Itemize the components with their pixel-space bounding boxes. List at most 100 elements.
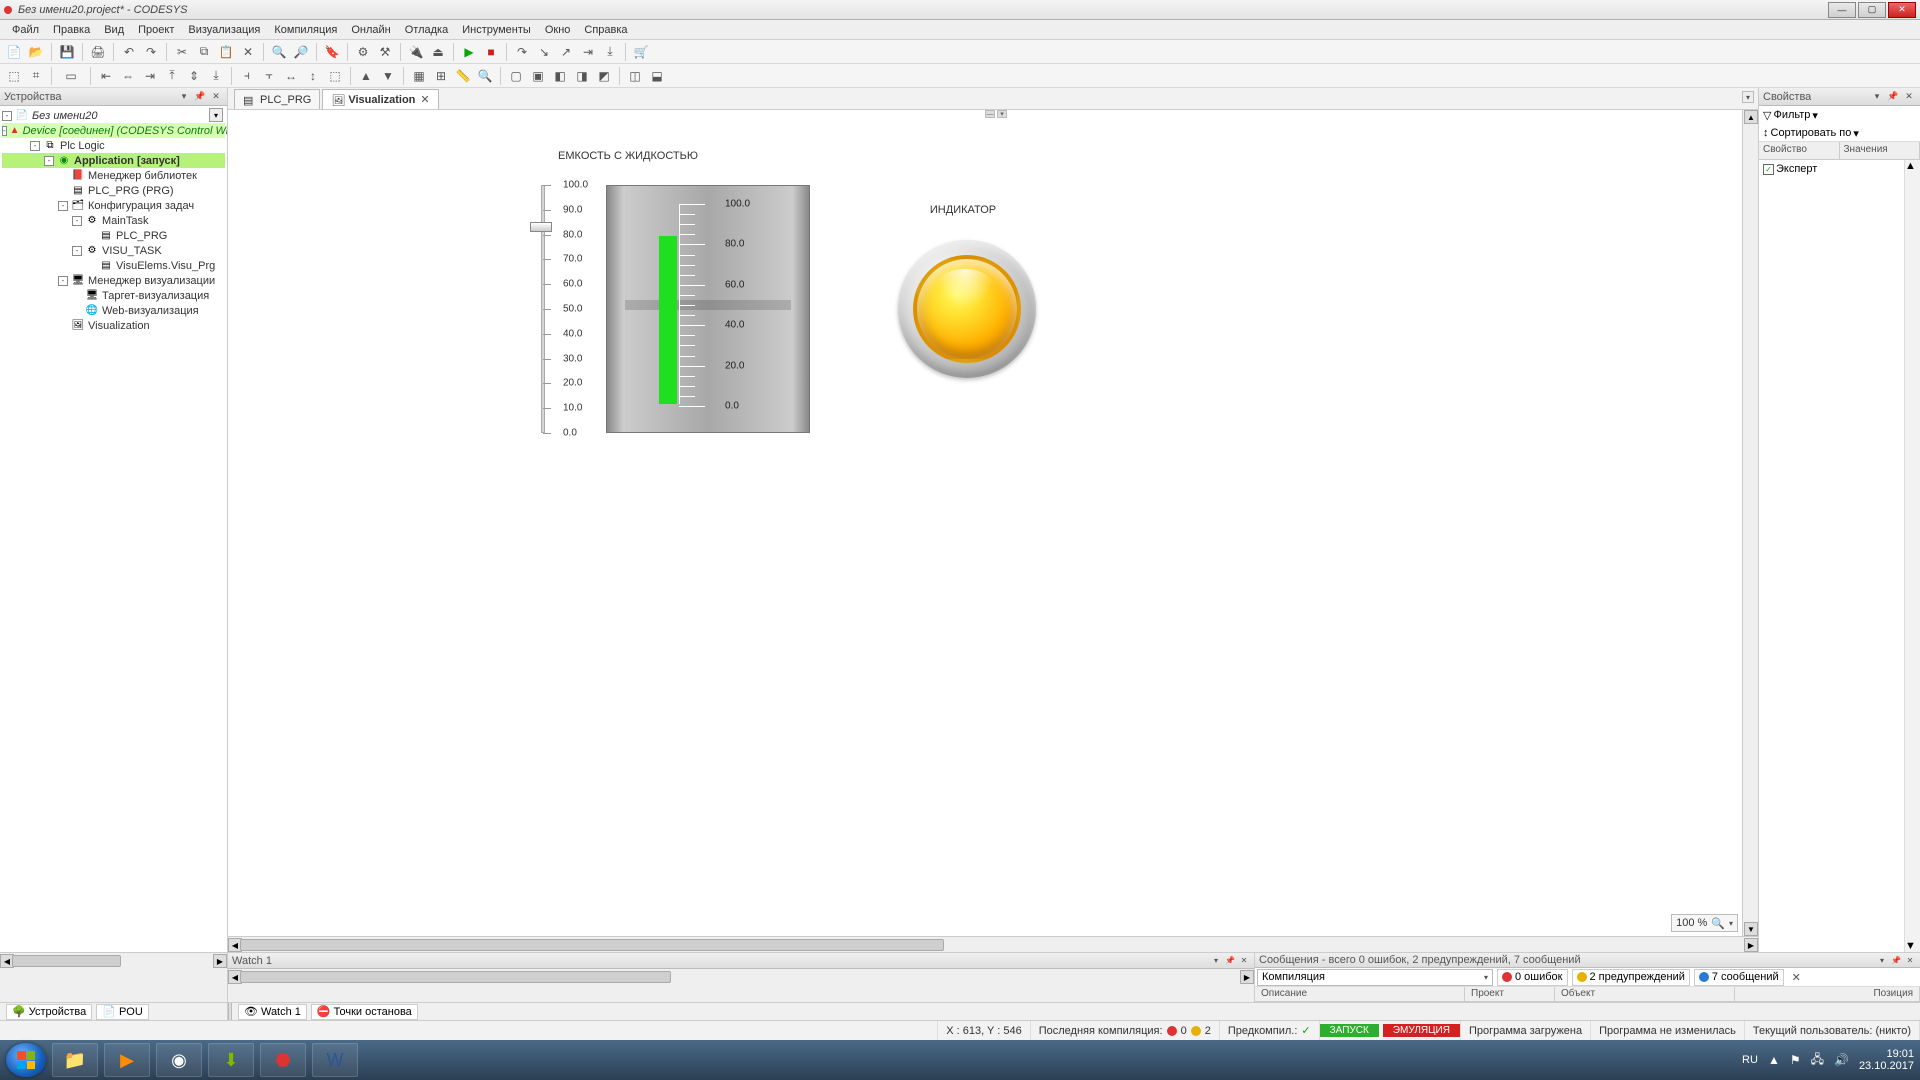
menu-справка[interactable]: Справка bbox=[578, 22, 633, 38]
tree-item[interactable]: -⚙MainTask bbox=[2, 213, 225, 228]
tree-item[interactable]: ▤PLC_PRG bbox=[2, 228, 225, 243]
filter-dropdown[interactable]: ▽ Фильтр ▾ bbox=[1761, 107, 1820, 123]
tray-flag-icon[interactable]: ▲ bbox=[1768, 1053, 1780, 1067]
zoom-dropdown-icon[interactable]: ▾ bbox=[1729, 919, 1733, 928]
menu-онлайн[interactable]: Онлайн bbox=[345, 22, 396, 38]
scroll-right-icon[interactable]: ▶ bbox=[213, 954, 227, 968]
tab-close-icon[interactable]: ✕ bbox=[420, 93, 429, 106]
open-icon[interactable]: 📂 bbox=[26, 42, 46, 62]
tree-item[interactable]: ▤VisuElems.Visu_Prg bbox=[2, 258, 225, 273]
tree-item[interactable]: 📕Менеджер библиотек bbox=[2, 168, 225, 183]
el-1-icon[interactable]: ▢ bbox=[506, 66, 526, 86]
login-icon[interactable]: 🔌 bbox=[406, 42, 426, 62]
tree-item[interactable]: -⧉Plc Logic bbox=[2, 138, 225, 153]
sort-dropdown[interactable]: ↕ Сортировать по ▾ bbox=[1761, 125, 1861, 141]
warnings-badge[interactable]: 2 предупреждений bbox=[1572, 969, 1690, 986]
bottom-tab[interactable]: 👁Watch 1 bbox=[238, 1004, 307, 1020]
tree-item[interactable]: -🖥Менеджер визуализации bbox=[2, 273, 225, 288]
panel-pin-icon[interactable]: 📌 bbox=[193, 90, 207, 104]
minimize-button[interactable]: — bbox=[1828, 2, 1856, 18]
tree-item[interactable]: 🌐Web-визуализация bbox=[2, 303, 225, 318]
order-front-icon[interactable]: ▲ bbox=[356, 66, 376, 86]
logout-icon[interactable]: ⏏ bbox=[428, 42, 448, 62]
scroll-up-icon[interactable]: ▲ bbox=[1905, 160, 1920, 172]
grid-icon[interactable]: ▦ bbox=[409, 66, 429, 86]
align-center-icon[interactable]: ⇔ bbox=[118, 66, 138, 86]
align-bottom-icon[interactable]: ⤓ bbox=[206, 66, 226, 86]
infos-badge[interactable]: 7 сообщений bbox=[1694, 969, 1784, 986]
save-icon[interactable]: 💾 bbox=[57, 42, 77, 62]
tray-clock[interactable]: 19:0123.10.2017 bbox=[1859, 1048, 1914, 1072]
align-top-icon[interactable]: ⤒ bbox=[162, 66, 182, 86]
panel-dropdown-icon[interactable]: ▾ bbox=[1876, 954, 1888, 966]
align-right-icon[interactable]: ⇥ bbox=[140, 66, 160, 86]
taskbar-chrome-icon[interactable]: ◉ bbox=[156, 1043, 202, 1077]
group-icon[interactable]: ⌗ bbox=[26, 66, 46, 86]
print-icon[interactable]: 🖨 bbox=[88, 42, 108, 62]
bottom-tab[interactable]: ⛔Точки останова bbox=[311, 1004, 418, 1020]
paste-icon[interactable]: 📋 bbox=[216, 42, 236, 62]
bottom-tab[interactable]: 🌳Устройства bbox=[6, 1004, 92, 1020]
canvas-hscroll[interactable]: ◀ ▶ bbox=[228, 936, 1758, 952]
tree-item[interactable]: 🖼Visualization bbox=[2, 318, 225, 333]
redo-icon[interactable]: ↷ bbox=[141, 42, 161, 62]
same-size-icon[interactable]: ⬚ bbox=[325, 66, 345, 86]
zoom-indicator[interactable]: 100 % 🔍 ▾ bbox=[1671, 914, 1738, 932]
canvas-vscroll[interactable]: ▲ ▼ bbox=[1742, 110, 1758, 936]
taskbar-media-icon[interactable]: ▶ bbox=[104, 1043, 150, 1077]
snap-icon[interactable]: ⊞ bbox=[431, 66, 451, 86]
scroll-up-icon[interactable]: ▲ bbox=[1744, 110, 1758, 124]
el-7-icon[interactable]: ⬓ bbox=[647, 66, 667, 86]
panel-close-icon[interactable]: ✕ bbox=[1904, 954, 1916, 966]
tree-item[interactable]: -📄Без имени20 bbox=[2, 108, 225, 123]
order-back-icon[interactable]: ▼ bbox=[378, 66, 398, 86]
dist-v-icon[interactable]: ⫟ bbox=[259, 66, 279, 86]
dist-h-icon[interactable]: ⫞ bbox=[237, 66, 257, 86]
menu-инструменты[interactable]: Инструменты bbox=[456, 22, 537, 38]
canvas-split-grip[interactable]: —▾ bbox=[985, 110, 1007, 118]
cart-icon[interactable]: 🛒 bbox=[631, 42, 651, 62]
errors-badge[interactable]: 0 ошибок bbox=[1497, 969, 1568, 986]
scroll-down-icon[interactable]: ▼ bbox=[1905, 940, 1920, 952]
undo-icon[interactable]: ↶ bbox=[119, 42, 139, 62]
tab-list-icon[interactable]: ▾ bbox=[1742, 91, 1754, 103]
tree-item[interactable]: ▤PLC_PRG (PRG) bbox=[2, 183, 225, 198]
menu-отладка[interactable]: Отладка bbox=[399, 22, 454, 38]
properties-grid[interactable] bbox=[1759, 160, 1904, 952]
taskbar-download-icon[interactable]: ⬇ bbox=[208, 1043, 254, 1077]
tree-item[interactable]: -🗂Конфигурация задач bbox=[2, 198, 225, 213]
stop-icon[interactable]: ■ bbox=[481, 42, 501, 62]
panel-close-icon[interactable]: ✕ bbox=[1238, 955, 1250, 967]
same-height-icon[interactable]: ↕ bbox=[303, 66, 323, 86]
tree-item[interactable]: 🖥Таргет-визуализация bbox=[2, 288, 225, 303]
panel-dropdown-icon[interactable]: ▾ bbox=[1210, 955, 1222, 967]
visualization-canvas[interactable]: —▾ ЕМКОСТЬ С ЖИДКОСТЬЮ ИНДИКАТОР 100.090… bbox=[228, 110, 1742, 936]
step-out-icon[interactable]: ↗ bbox=[556, 42, 576, 62]
zoom-icon[interactable]: 🔍 bbox=[475, 66, 495, 86]
taskbar-codesys-icon[interactable]: ⬣ bbox=[260, 1043, 306, 1077]
tree-toggle-icon[interactable]: - bbox=[2, 111, 12, 121]
hscroll-thumb[interactable] bbox=[12, 955, 121, 967]
cursor-icon[interactable]: ⤓ bbox=[600, 42, 620, 62]
align-middle-icon[interactable]: ⇕ bbox=[184, 66, 204, 86]
messages-clear-icon[interactable]: ✕ bbox=[1792, 971, 1801, 984]
step-icon[interactable]: ⇥ bbox=[578, 42, 598, 62]
el-4-icon[interactable]: ◨ bbox=[572, 66, 592, 86]
scroll-right-icon[interactable]: ▶ bbox=[1744, 938, 1758, 952]
align-left-icon[interactable]: ⇤ bbox=[96, 66, 116, 86]
step-over-icon[interactable]: ↷ bbox=[512, 42, 532, 62]
menu-компиляция[interactable]: Компиляция bbox=[268, 22, 343, 38]
panel-pin-icon[interactable]: 📌 bbox=[1224, 955, 1236, 967]
cut-icon[interactable]: ✂ bbox=[172, 42, 192, 62]
tree-toggle-icon[interactable]: - bbox=[58, 276, 68, 286]
messages-category-combo[interactable]: Компиляция▾ bbox=[1257, 969, 1493, 986]
menu-файл[interactable]: Файл bbox=[6, 22, 45, 38]
tray-network-icon[interactable]: 🖧 bbox=[1811, 1050, 1824, 1071]
el-2-icon[interactable]: ▣ bbox=[528, 66, 548, 86]
close-button[interactable]: ✕ bbox=[1888, 2, 1916, 18]
devices-tree[interactable]: ▾ -📄Без имени20-▲Device [соединен] (CODE… bbox=[0, 106, 227, 952]
tree-toggle-icon[interactable]: - bbox=[44, 156, 54, 166]
taskbar-explorer-icon[interactable]: 📁 bbox=[52, 1043, 98, 1077]
find-next-icon[interactable]: 🔎 bbox=[291, 42, 311, 62]
properties-vscroll[interactable]: ▲ ▼ bbox=[1904, 160, 1920, 952]
